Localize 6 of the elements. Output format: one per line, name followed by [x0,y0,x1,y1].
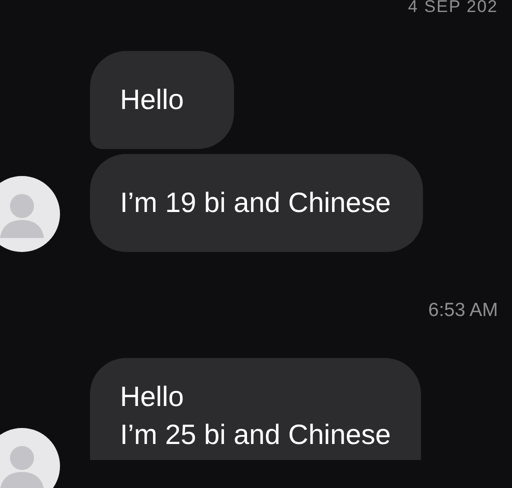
message-bubble: I’m 19 bi and Chinese [90,154,423,252]
avatar-icon [0,176,60,252]
timestamp: 6:53 AM [427,300,498,322]
message-bubble: Hello [90,51,234,149]
date-header: 4 SEP 202 [407,0,499,15]
message-bubble: Hello I’m 25 bi and Chinese [90,358,421,460]
